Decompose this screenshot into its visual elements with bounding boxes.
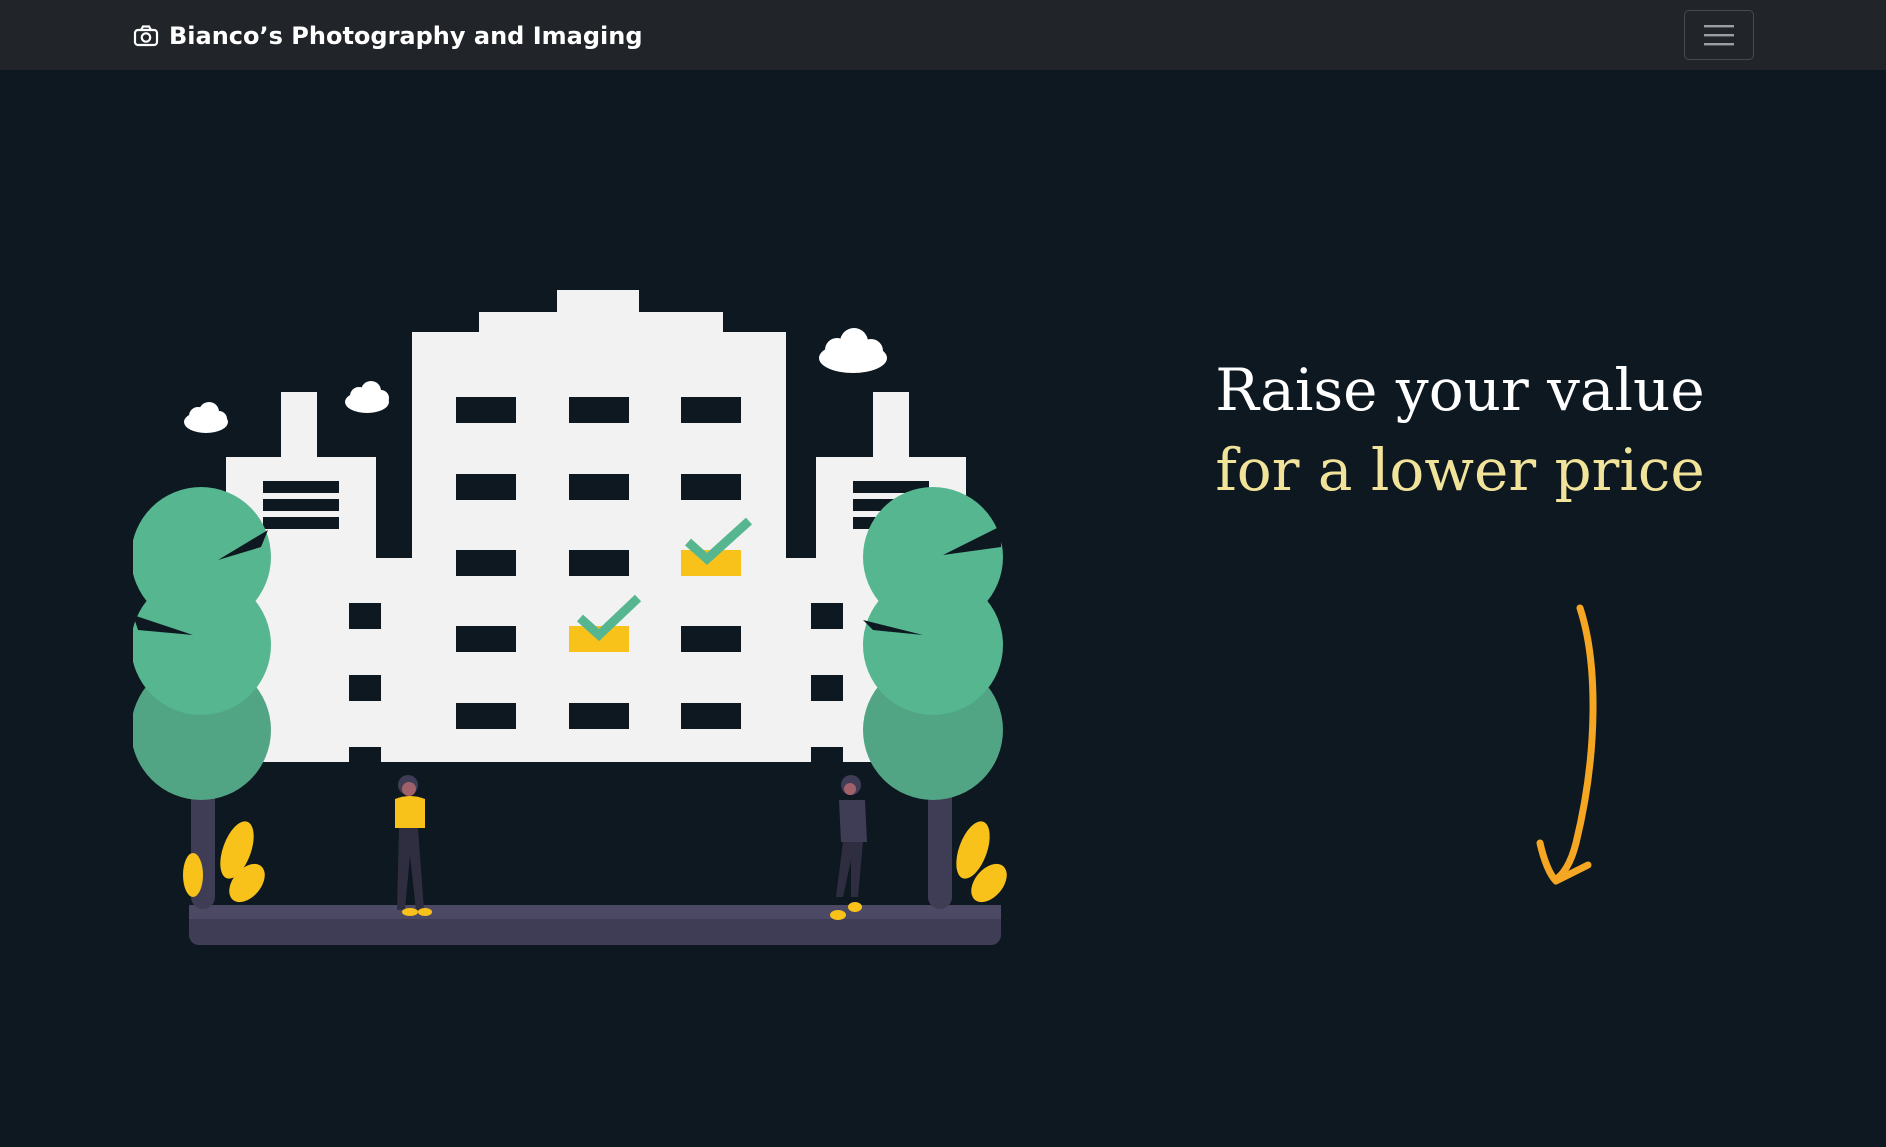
person-figure [830,775,867,920]
curved-down-arrow-icon [1536,604,1597,885]
hamburger-menu-icon [1704,25,1734,46]
top-navbar: Bianco’s Photography and Imaging [0,0,1886,70]
brand-name: Bianco’s Photography and Imaging [169,22,643,50]
headline-line-2: for a lower price [1215,436,1705,504]
headline-line-1: Raise your value [1215,356,1705,424]
navbar-toggle-button[interactable] [1684,10,1754,60]
brand-link[interactable]: Bianco’s Photography and Imaging [133,0,643,72]
building-illustration [133,290,1007,945]
person-figure [395,775,432,916]
hero-headline: Raise your value for a lower price [1160,350,1760,510]
camera-icon [133,25,159,47]
